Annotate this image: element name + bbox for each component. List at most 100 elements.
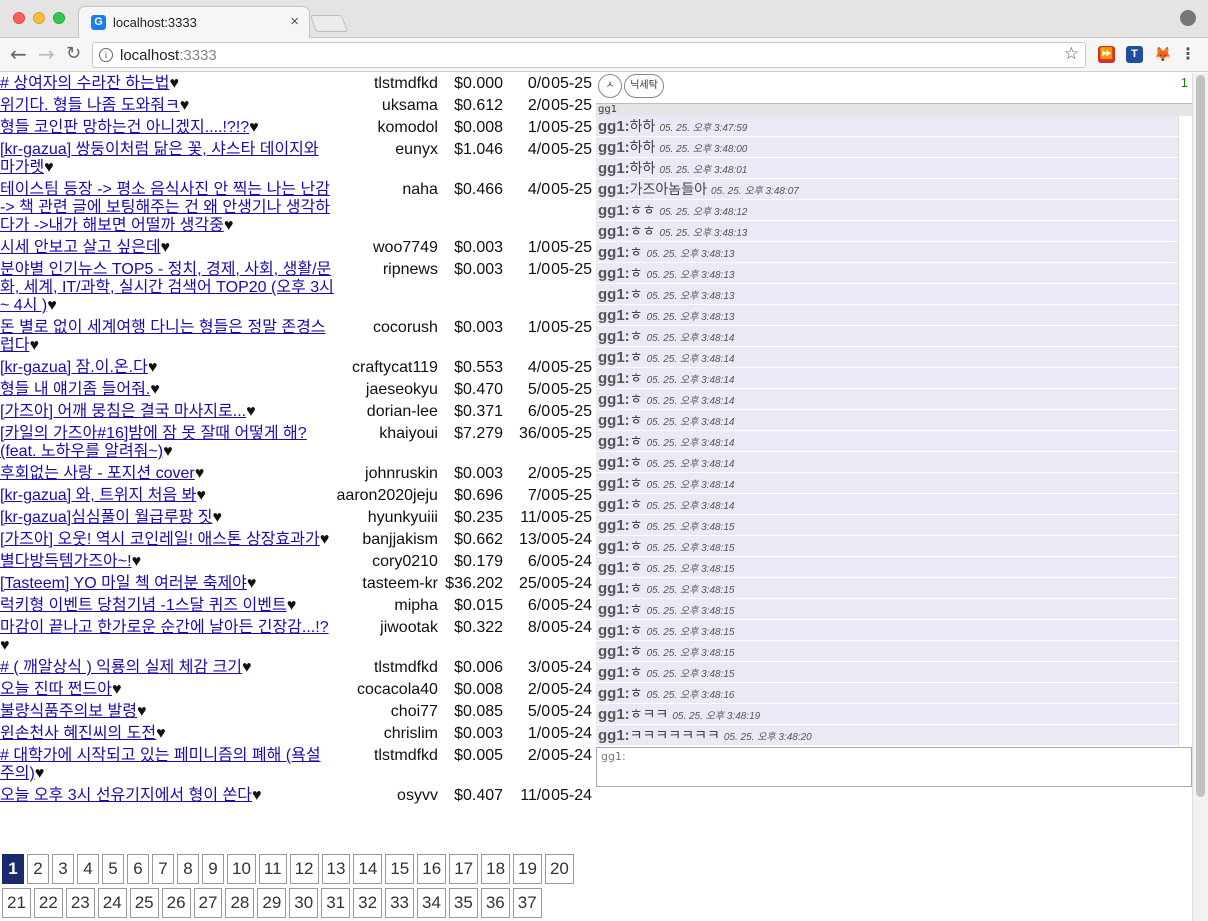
post-title-link[interactable]: 형들 코인판 망하는건 아니겠지....!?!? <box>0 119 249 136</box>
page-31-button[interactable]: 31 <box>321 888 351 918</box>
page-14-button[interactable]: 14 <box>353 854 383 884</box>
minimize-window-button[interactable] <box>33 12 45 24</box>
page-23-button[interactable]: 23 <box>65 888 95 918</box>
page-33-button[interactable]: 33 <box>385 888 414 918</box>
post-title-link[interactable]: [kr-gazua] 와, 트위지 처음 봐 <box>0 487 196 504</box>
heart-icon: ♥ <box>150 381 160 398</box>
post-title-cell: 테이스팀 등장 -> 평소 음식사진 안 찍는 나는 난감 -> 책 관련 글에… <box>0 179 337 237</box>
close-tab-icon[interactable]: × <box>290 13 299 30</box>
page-9-button[interactable]: 9 <box>202 854 224 884</box>
post-title-link[interactable]: # 대학가에 시작되고 있는 페미니즘의 폐해 (욕설 주의) <box>0 747 321 782</box>
nickname-change-button[interactable]: 닉세탁 <box>624 74 664 98</box>
page-27-button[interactable]: 27 <box>193 888 223 918</box>
post-title-link[interactable]: 돈 별로 없이 세계여행 다니는 형들은 정말 존경스럽다 <box>0 319 326 354</box>
page-35-button[interactable]: 35 <box>448 888 478 918</box>
chat-message-user: gg1: <box>598 496 630 513</box>
page-scrollbar-thumb[interactable] <box>1196 75 1205 797</box>
browser-tab[interactable]: G localhost:3333 × <box>78 6 310 38</box>
post-title-link[interactable]: [Tasteem] YO 마일 첵 여러분 축제야 <box>0 575 247 592</box>
extension-red-icon[interactable]: ⏩ <box>1098 46 1115 63</box>
post-payout: $0.003 <box>454 725 504 742</box>
profile-icon[interactable] <box>1180 10 1196 26</box>
back-arrow-icon[interactable]: ← <box>10 42 27 66</box>
chat-message: gg1:ㅎ 05. 25. 오후 3:48:13 <box>596 263 1178 284</box>
extension-t-icon[interactable]: T <box>1126 46 1143 63</box>
chat-initial-button[interactable]: ㅅ <box>598 74 622 98</box>
page-20-button[interactable]: 20 <box>544 854 574 884</box>
post-title-link[interactable]: 불량식품주의보 발령 <box>0 703 137 720</box>
chat-input[interactable]: gg1: <box>596 747 1192 787</box>
forward-arrow-icon[interactable]: → <box>38 42 55 66</box>
chat-scrollbar[interactable] <box>1178 116 1192 746</box>
page-scrollbar[interactable] <box>1192 73 1208 921</box>
page-11-button[interactable]: 11 <box>258 854 287 884</box>
page-37-button[interactable]: 37 <box>512 888 542 918</box>
page-1-button[interactable]: 1 <box>2 854 24 884</box>
bookmark-star-icon[interactable]: ☆ <box>1064 44 1079 64</box>
page-36-button[interactable]: 36 <box>480 888 510 918</box>
post-title-cell: 럭키형 이벤트 당첨기념 -1스달 퀴즈 이벤트♥ <box>0 595 337 617</box>
page-4-button[interactable]: 4 <box>77 854 99 884</box>
page-6-button[interactable]: 6 <box>127 854 149 884</box>
post-title-link[interactable]: [가즈아] 어깨 뭉침은 결국 마사지로... <box>0 403 246 420</box>
post-title-link[interactable]: 시세 안보고 살고 싶은데 <box>0 239 161 256</box>
post-title-link[interactable]: # ( 깨알상식 ) 익룡의 실제 체감 크기 <box>0 659 242 676</box>
post-title-link[interactable]: [카일의 가즈아#16]밤에 잠 못 잘때 어떻게 해? (feat. 노하우를… <box>0 425 307 460</box>
info-icon[interactable]: i <box>99 48 113 62</box>
reload-icon[interactable]: ↻ <box>66 42 81 66</box>
page-25-button[interactable]: 25 <box>129 888 159 918</box>
page-3-button[interactable]: 3 <box>52 854 74 884</box>
page-2-button[interactable]: 2 <box>27 854 49 884</box>
post-title-link[interactable]: # 상여자의 수라잔 하는법 <box>0 75 169 92</box>
page-15-button[interactable]: 15 <box>385 854 415 884</box>
post-title-link[interactable]: 윈손천사 혜진씨의 도전 <box>0 725 156 742</box>
post-payout: $1.046 <box>454 141 504 158</box>
post-title-link[interactable]: 별다방득템가즈아~! <box>0 553 132 570</box>
post-author: cocorush <box>373 319 438 336</box>
post-date: 05-24 <box>551 659 592 676</box>
page-32-button[interactable]: 32 <box>353 888 383 918</box>
post-title-link[interactable]: 테이스팀 등장 -> 평소 음식사진 안 찍는 나는 난감 -> 책 관련 글에… <box>0 181 330 234</box>
page-29-button[interactable]: 29 <box>257 888 287 918</box>
address-bar[interactable]: i localhost:3333 ☆ <box>92 42 1086 68</box>
close-window-button[interactable] <box>13 12 25 24</box>
new-tab-button[interactable] <box>309 15 349 32</box>
page-5-button[interactable]: 5 <box>102 854 124 884</box>
page-34-button[interactable]: 34 <box>416 888 446 918</box>
page-28-button[interactable]: 28 <box>225 888 255 918</box>
page-30-button[interactable]: 30 <box>289 888 319 918</box>
maximize-window-button[interactable] <box>53 12 65 24</box>
post-votes: 1/0 <box>527 119 551 136</box>
page-8-button[interactable]: 8 <box>177 854 199 884</box>
page-17-button[interactable]: 17 <box>449 854 479 884</box>
post-title-link[interactable]: 마감이 끝나고 한가로운 순간에 날아든 긴장감...!? <box>0 619 329 636</box>
post-author: hyunkyuiii <box>367 509 438 526</box>
post-title-link[interactable]: 위기다. 형들 나좀 도와줘ㅋ <box>0 97 180 114</box>
post-title-link[interactable]: [kr-gazua]심심풀이 월급루팡 짓 <box>0 509 213 526</box>
post-title-link[interactable]: 럭키형 이벤트 당첨기념 -1스달 퀴즈 이벤트 <box>0 597 287 614</box>
page-19-button[interactable]: 19 <box>513 854 542 884</box>
post-row: [kr-gazua] 와, 트위지 처음 봐♥ aaron2020jeju $0.6… <box>0 485 594 507</box>
post-date: 05-25 <box>551 119 592 136</box>
chat-message-time: 05. 25. 오후 3:48:14 <box>646 417 735 428</box>
page-10-button[interactable]: 10 <box>227 854 256 884</box>
post-title-link[interactable]: 형들 내 얘기좀 들어줘. <box>0 381 150 398</box>
post-title-link[interactable]: [kr-gazua] 잠.이.온.다 <box>0 359 148 376</box>
page-16-button[interactable]: 16 <box>417 854 447 884</box>
page-22-button[interactable]: 22 <box>33 888 63 918</box>
post-title-link[interactable]: [가즈아] 오웃! 역시 코인레일! 애스톤 상장효과가 <box>0 531 320 548</box>
page-24-button[interactable]: 24 <box>97 888 127 918</box>
kebab-menu-icon[interactable]: ⋮ <box>1180 44 1196 63</box>
post-title-link[interactable]: 오늘 진따 쩐드아 <box>0 681 112 698</box>
page-7-button[interactable]: 7 <box>152 854 174 884</box>
post-title-link[interactable]: 후회없는 사랑 - 포지션 cover <box>0 465 195 482</box>
url-text: localhost:3333 <box>120 47 217 64</box>
chat-message-user: gg1: <box>598 286 630 303</box>
page-18-button[interactable]: 18 <box>481 854 511 884</box>
page-21-button[interactable]: 21 <box>2 888 31 918</box>
page-13-button[interactable]: 13 <box>321 854 351 884</box>
page-12-button[interactable]: 12 <box>289 854 319 884</box>
post-title-link[interactable]: 오늘 오후 3시 선유기지에서 형이 쏜다 <box>0 787 252 804</box>
page-26-button[interactable]: 26 <box>161 888 191 918</box>
extension-fox-icon[interactable]: 🦊 <box>1154 46 1171 63</box>
